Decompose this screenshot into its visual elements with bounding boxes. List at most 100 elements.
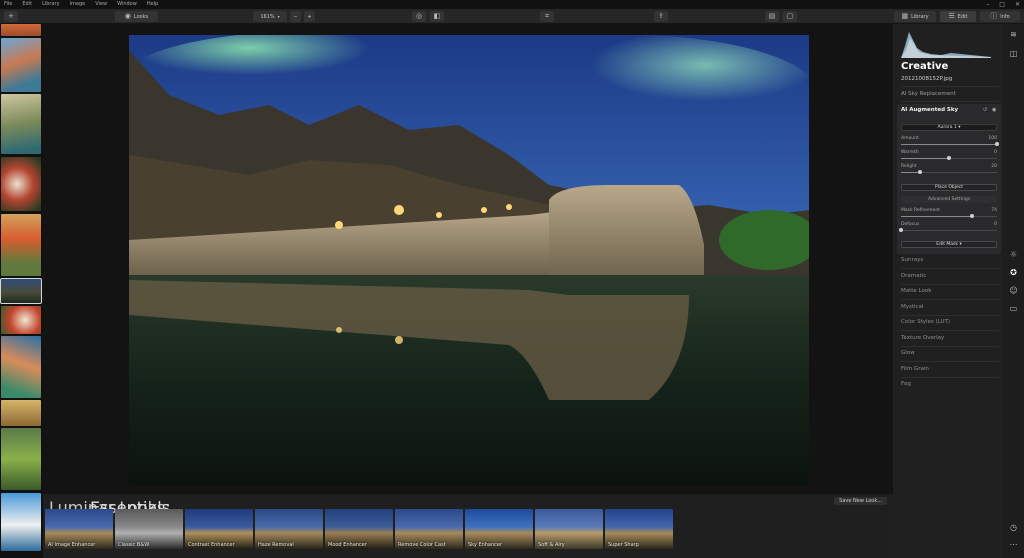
menu-view[interactable]: View bbox=[95, 0, 107, 9]
tool-dramatic[interactable]: Dramatic bbox=[901, 273, 926, 279]
look-label: Sky Enhancer bbox=[468, 542, 503, 548]
tool-glow[interactable]: Glow bbox=[901, 350, 915, 356]
defocus-slider[interactable] bbox=[899, 228, 997, 232]
add-photos-button[interactable]: + bbox=[4, 11, 18, 22]
thumbnail[interactable] bbox=[1, 336, 41, 398]
look-thumbnail[interactable]: Contrast Enhancer bbox=[185, 509, 253, 549]
tool-fog[interactable]: Fog bbox=[901, 381, 911, 387]
look-thumbnail[interactable]: Super Sharp bbox=[605, 509, 673, 549]
warmth-slider[interactable] bbox=[901, 156, 997, 160]
slider-knob[interactable] bbox=[970, 214, 975, 218]
tool-ai-sky-replacement[interactable]: AI Sky Replacement bbox=[901, 91, 956, 97]
adjustments-panel: Creative 20121008152P.jpg AI Sky Replace… bbox=[893, 24, 1003, 558]
layers-icon[interactable]: ≋ bbox=[1008, 29, 1019, 40]
sky-preset-dropdown[interactable]: Aurora 1 ▾ bbox=[901, 124, 997, 131]
eye-icon[interactable]: ◉ bbox=[992, 107, 996, 113]
edit-mask-button[interactable]: Edit Mask ▾ bbox=[901, 241, 997, 248]
amount-slider[interactable] bbox=[901, 142, 999, 146]
info-tab[interactable]: ⓘ Info bbox=[980, 11, 1020, 22]
single-view-button[interactable]: ▢ bbox=[783, 11, 797, 22]
look-thumbnail[interactable]: Classic B&W bbox=[115, 509, 183, 549]
preview-button[interactable]: ◎ bbox=[412, 11, 426, 22]
menu-file[interactable]: File bbox=[4, 0, 12, 9]
slider-fill bbox=[901, 144, 997, 145]
slider-knob[interactable] bbox=[899, 228, 903, 232]
look-thumbnail[interactable]: AI Image Enhancer bbox=[45, 509, 113, 549]
tool-matte-look[interactable]: Matte Look bbox=[901, 288, 931, 294]
slider-fill bbox=[901, 158, 949, 159]
thumbnail[interactable] bbox=[1, 400, 41, 426]
compare-button[interactable]: ◧ bbox=[430, 11, 444, 22]
zoom-in-button[interactable]: + bbox=[304, 11, 315, 22]
menu-window[interactable]: Window bbox=[117, 0, 137, 9]
look-thumbnail[interactable]: Soft & Airy bbox=[535, 509, 603, 549]
reset-icon[interactable]: ↺ bbox=[983, 107, 987, 113]
slider-label: Relight bbox=[901, 164, 917, 169]
slider-knob[interactable] bbox=[947, 156, 951, 160]
looks-button[interactable]: ◉ Looks bbox=[115, 11, 158, 22]
sliders-icon: ☰ bbox=[948, 12, 955, 20]
tool-color-styles[interactable]: Color Styles (LUT) bbox=[901, 319, 950, 325]
thumbnail[interactable] bbox=[1, 428, 41, 490]
more-icon[interactable]: ⋯ bbox=[1008, 539, 1019, 550]
slider-knob[interactable] bbox=[995, 142, 999, 146]
thumbnail[interactable] bbox=[1, 94, 41, 154]
close-button[interactable]: ✕ bbox=[1015, 0, 1020, 9]
divider bbox=[901, 101, 999, 102]
thumbnail[interactable] bbox=[1, 493, 41, 551]
look-thumbnail[interactable]: Remove Color Cast bbox=[395, 509, 463, 549]
edit-tab[interactable]: ☰ Edit bbox=[940, 11, 976, 22]
crop-icon: ⌗ bbox=[545, 12, 549, 20]
essentials-sun-icon[interactable]: ☼ bbox=[1008, 249, 1019, 260]
history-clock-icon[interactable]: ◷ bbox=[1008, 522, 1019, 533]
menu-help[interactable]: Help bbox=[147, 0, 158, 9]
menu-library[interactable]: Library bbox=[42, 0, 59, 9]
slider-value: 0 bbox=[994, 222, 997, 227]
menu-bar: File Edit Library Image View Window Help bbox=[0, 0, 1024, 9]
slider-knob[interactable] bbox=[918, 170, 923, 174]
thumbnail[interactable] bbox=[1, 38, 41, 92]
divider bbox=[901, 315, 999, 316]
zoom-dropdown[interactable]: 161% ▾ bbox=[253, 11, 287, 22]
relight-slider[interactable] bbox=[901, 170, 997, 174]
library-tab[interactable]: ▦ Library bbox=[894, 11, 936, 22]
look-thumbnail[interactable]: Haze Removal bbox=[255, 509, 323, 549]
mask-refinement-slider[interactable] bbox=[901, 214, 997, 218]
slider-fill bbox=[901, 216, 973, 217]
thumbnail-selected[interactable] bbox=[0, 278, 42, 304]
pro-icon[interactable]: ▭ bbox=[1008, 303, 1019, 314]
menu-edit[interactable]: Edit bbox=[22, 0, 32, 9]
place-object-button[interactable]: Place Object bbox=[901, 184, 997, 191]
maximize-button[interactable]: □ bbox=[999, 0, 1005, 9]
tool-mystical[interactable]: Mystical bbox=[901, 304, 923, 310]
share-icon: ⇪ bbox=[658, 12, 664, 20]
thumbnail[interactable] bbox=[1, 24, 41, 36]
look-thumbnail[interactable]: Sky Enhancer bbox=[465, 509, 533, 549]
looks-strip: Luminar Looks: Essentials ▾ Save New Loo… bbox=[43, 494, 893, 558]
tool-texture-overlay[interactable]: Texture Overlay bbox=[901, 335, 944, 341]
menu-image[interactable]: Image bbox=[70, 0, 86, 9]
plus-icon: + bbox=[8, 12, 14, 20]
zoom-out-button[interactable]: − bbox=[290, 11, 301, 22]
minimize-button[interactable]: – bbox=[986, 0, 989, 9]
filmstrip-toggle-button[interactable]: ▤ bbox=[765, 11, 779, 22]
info-icon: ⓘ bbox=[990, 12, 998, 20]
save-new-look-button[interactable]: Save New Look... bbox=[834, 497, 887, 505]
advanced-settings-button[interactable]: Advanced Settings bbox=[901, 196, 997, 203]
thumbnail[interactable] bbox=[1, 214, 41, 276]
creative-palette-icon[interactable]: ✪ bbox=[1008, 267, 1019, 278]
divider bbox=[901, 346, 999, 347]
tool-film-grain[interactable]: Film Grain bbox=[901, 366, 929, 372]
portrait-face-icon[interactable]: ☺ bbox=[1008, 285, 1019, 296]
look-thumbnail[interactable]: Mood Enhancer bbox=[325, 509, 393, 549]
canvas-icon[interactable]: ◫ bbox=[1008, 48, 1019, 59]
divider bbox=[901, 361, 999, 362]
sky-preset-value: Aurora 1 bbox=[937, 125, 957, 130]
tool-sunrays[interactable]: Sunrays bbox=[901, 257, 923, 263]
edit-mask-label: Edit Mask bbox=[936, 242, 959, 247]
thumbnail[interactable] bbox=[1, 306, 41, 334]
thumbnail[interactable] bbox=[1, 157, 41, 211]
share-button[interactable]: ⇪ bbox=[654, 11, 668, 22]
photo-preview[interactable] bbox=[129, 35, 809, 485]
crop-button[interactable]: ⌗ bbox=[540, 11, 554, 22]
